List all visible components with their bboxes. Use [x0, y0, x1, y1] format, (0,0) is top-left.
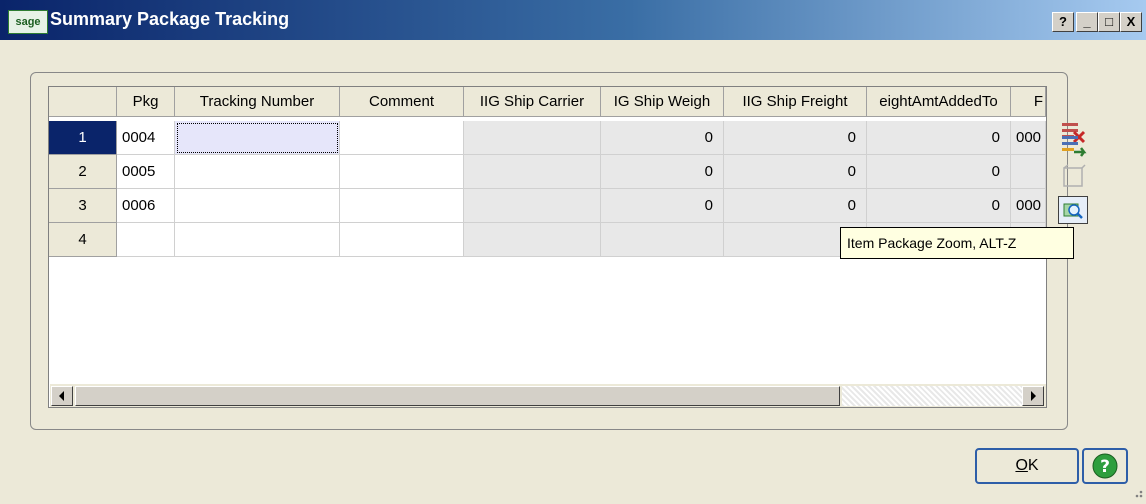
window-title: Summary Package Tracking [50, 9, 290, 29]
ok-button-accelerator: O [1015, 457, 1028, 474]
column-header-f[interactable]: F [1011, 87, 1046, 117]
comment-cell[interactable] [340, 155, 464, 189]
horizontal-scrollbar[interactable] [50, 384, 1046, 407]
scroll-left-button[interactable] [51, 386, 73, 406]
ship-carrier-cell[interactable] [464, 121, 601, 155]
maximize-button[interactable]: □ [1098, 12, 1120, 32]
tracking-number-cell[interactable] [175, 189, 340, 223]
ship-weight-cell[interactable]: 0 [601, 121, 724, 155]
item-package-zoom-icon [1063, 203, 1083, 219]
tracking-number-cell[interactable] [175, 155, 340, 189]
column-header-pkg[interactable]: Pkg [117, 87, 175, 117]
pkg-cell[interactable]: 0005 [117, 155, 175, 189]
row-header[interactable]: 2 [49, 155, 117, 189]
title-bar: sage Summary Package Tracking ? _ □ X [0, 0, 1146, 40]
tracking-number-cell[interactable] [175, 223, 340, 257]
ship-weight-cell[interactable]: 0 [601, 155, 724, 189]
freight-amt-added-cell[interactable]: 0 [867, 155, 1011, 189]
table-row[interactable]: 1 0004 0 0 0 000 [49, 121, 1046, 155]
table-row[interactable]: 2 0005 0 0 0 [49, 155, 1046, 189]
freight-amt-added-cell[interactable]: 0 [867, 189, 1011, 223]
row-header[interactable]: 4 [49, 223, 117, 257]
scroll-thumb[interactable] [75, 386, 840, 406]
arrow-left-icon [59, 391, 64, 401]
insert-row-button[interactable] [1058, 132, 1088, 160]
ship-freight-cell[interactable]: 0 [724, 121, 867, 155]
ship-carrier-cell[interactable] [464, 155, 601, 189]
scroll-track[interactable] [842, 386, 1022, 406]
column-header-ship-weight[interactable]: IG Ship Weigh [601, 87, 724, 117]
ship-weight-cell[interactable] [601, 223, 724, 257]
ship-carrier-cell[interactable] [464, 223, 601, 257]
ship-carrier-cell[interactable] [464, 189, 601, 223]
resize-grip-icon [1135, 490, 1143, 498]
help-button[interactable]: ? [1082, 448, 1128, 484]
pkg-cell[interactable] [117, 223, 175, 257]
arrow-right-icon [1031, 391, 1036, 401]
table-row[interactable]: 3 0006 0 0 0 000 [49, 189, 1046, 223]
f-cell[interactable]: 000 [1011, 121, 1046, 155]
pkg-cell[interactable]: 0006 [117, 189, 175, 223]
comment-cell[interactable] [340, 189, 464, 223]
ship-freight-cell[interactable]: 0 [724, 155, 867, 189]
comment-cell[interactable] [340, 223, 464, 257]
ship-freight-cell[interactable]: 0 [724, 189, 867, 223]
blank-tool-button[interactable] [1058, 162, 1088, 190]
pkg-cell[interactable]: 0004 [117, 121, 175, 155]
resize-grip[interactable] [1128, 483, 1144, 499]
minimize-button[interactable]: _ [1076, 12, 1098, 32]
f-cell[interactable] [1011, 155, 1046, 189]
freight-amt-added-cell[interactable]: 0 [867, 121, 1011, 155]
ok-button-label: K [1027, 457, 1039, 474]
row-header[interactable]: 1 [49, 121, 117, 155]
tooltip: Item Package Zoom, ALT-Z [840, 227, 1074, 259]
f-cell[interactable]: 000 [1011, 189, 1046, 223]
grid-header: Pkg Tracking Number Comment IIG Ship Car… [49, 87, 1046, 118]
svg-text:?: ? [1100, 457, 1110, 477]
help-icon: ? [1092, 453, 1118, 479]
column-header-tracking-number[interactable]: Tracking Number [175, 87, 340, 117]
item-package-zoom-button[interactable] [1058, 196, 1088, 224]
insert-row-icon [1062, 136, 1087, 157]
column-header-freight-amt-added[interactable]: eightAmtAddedTo [867, 87, 1011, 117]
row-header[interactable]: 3 [49, 189, 117, 223]
close-button[interactable]: X [1120, 12, 1142, 32]
sage-logo: sage [8, 10, 48, 34]
comment-cell[interactable] [340, 121, 464, 155]
corner-header-cell [49, 87, 117, 117]
column-header-comment[interactable]: Comment [340, 87, 464, 117]
tracking-number-cell[interactable] [175, 121, 340, 155]
ok-button[interactable]: OK [975, 448, 1079, 484]
ship-weight-cell[interactable]: 0 [601, 189, 724, 223]
column-header-ship-freight[interactable]: IIG Ship Freight [724, 87, 867, 117]
blank-icon [1063, 164, 1086, 187]
column-header-ship-carrier[interactable]: IIG Ship Carrier [464, 87, 601, 117]
scroll-right-button[interactable] [1022, 386, 1044, 406]
help-title-button[interactable]: ? [1052, 12, 1074, 32]
